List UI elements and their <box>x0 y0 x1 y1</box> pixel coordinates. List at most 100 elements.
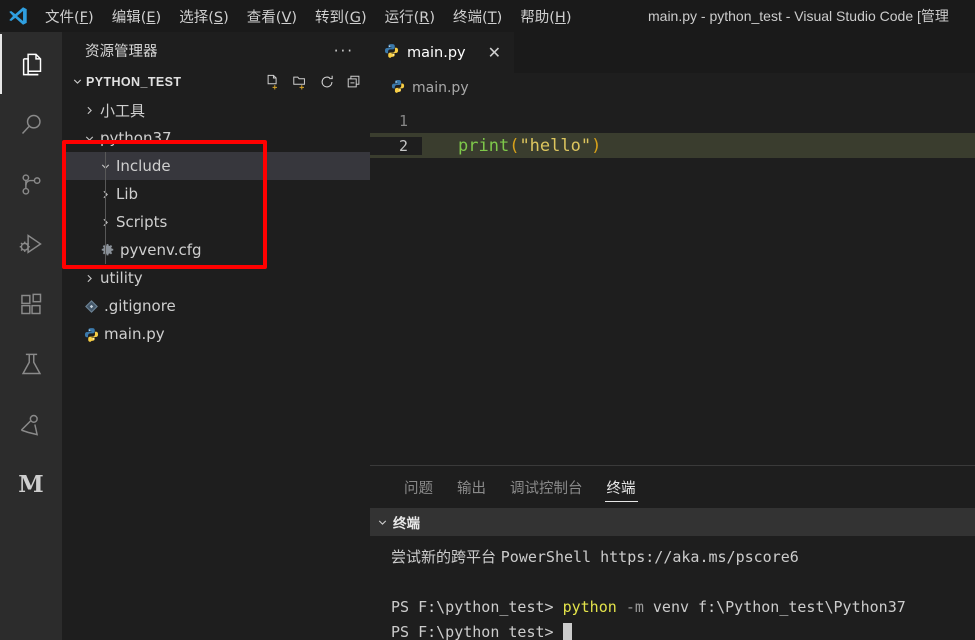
tree-item-label: Include <box>116 157 171 175</box>
tree-item-label: pyvenv.cfg <box>120 241 202 259</box>
activity-item-live-share[interactable] <box>0 394 62 454</box>
menu-selection[interactable]: 选择(S) <box>170 3 238 30</box>
chevron-right-icon[interactable] <box>81 104 97 117</box>
collapse-all-icon[interactable] <box>346 74 362 90</box>
activity-item-testing[interactable] <box>0 334 62 394</box>
menu-go[interactable]: 转到(G) <box>306 3 376 30</box>
editor-tab-main-py[interactable]: main.py ✕ <box>370 32 515 73</box>
file-tree[interactable]: 小工具 python37 Include Lib Scripts pyvenv.… <box>62 94 370 640</box>
panel-tab-label: 问题 <box>404 480 433 497</box>
panel-tab-debug-console[interactable]: 调试控制台 <box>498 466 595 508</box>
explorer-sidebar: 资源管理器 ··· PYTHON_TEST 小工具 python37 Inclu… <box>62 32 370 640</box>
breadcrumb[interactable]: main.py <box>370 73 975 103</box>
more-actions-icon[interactable]: ··· <box>334 43 354 58</box>
terminal-flag: -m <box>625 598 644 616</box>
python-file-icon <box>384 43 399 62</box>
menu-edit-label: 编辑 <box>111 9 141 26</box>
tree-item-lib[interactable]: Lib <box>62 180 370 208</box>
token-paren-open: ( <box>509 135 520 156</box>
editor-tab-label: main.py <box>407 44 466 61</box>
chevron-down-icon[interactable] <box>68 75 86 88</box>
panel-tab-bar[interactable]: 问题 输出 调试控制台 终端 <box>370 466 975 508</box>
breadcrumb-label[interactable]: main.py <box>412 80 469 96</box>
terminal-output[interactable]: 尝试新的跨平台 PowerShell https://aka.ms/pscore… <box>370 536 975 640</box>
terminal-line-active[interactable]: PS F:\python_test> <box>391 620 975 640</box>
activity-item-markdown[interactable]: M <box>0 454 62 514</box>
menu-view[interactable]: 查看(V) <box>238 3 306 30</box>
menu-selection-acc: S <box>213 9 224 26</box>
activity-item-search[interactable] <box>0 94 62 154</box>
menu-go-label: 转到 <box>315 9 345 26</box>
chevron-down-icon[interactable] <box>376 516 389 529</box>
letter-m-icon: M <box>18 470 44 498</box>
editor-tab-bar[interactable]: main.py ✕ <box>370 32 975 73</box>
menu-edit[interactable]: 编辑(E) <box>103 3 171 30</box>
code-line-1[interactable]: 1 <box>370 108 975 133</box>
menu-terminal-acc: T <box>487 9 497 26</box>
terminal-section-header[interactable]: 终端 <box>370 508 975 536</box>
panel-tab-output[interactable]: 输出 <box>445 466 498 508</box>
tree-item-scripts[interactable]: Scripts <box>62 208 370 236</box>
panel-tab-terminal[interactable]: 终端 <box>595 466 648 508</box>
terminal-line: PS F:\python_test> python -m venv f:\Pyt… <box>391 595 975 620</box>
menu-help-acc: H <box>554 9 566 26</box>
menu-file[interactable]: 文件(F) <box>36 3 103 30</box>
activity-item-run-and-debug[interactable] <box>0 214 62 274</box>
source-control-icon <box>18 171 45 198</box>
menu-go-acc: G <box>349 9 361 26</box>
terminal-prompt: PS F:\python_test> <box>391 623 563 640</box>
vscode-window: 文件(F) 编辑(E) 选择(S) 查看(V) 转到(G) 运行(R) 终端(T… <box>0 0 975 640</box>
gear-file-icon <box>97 243 117 258</box>
terminal-prompt: PS F:\python_test> <box>391 598 563 616</box>
new-file-icon[interactable] <box>265 74 281 90</box>
tree-item-label: .gitignore <box>104 297 176 315</box>
tree-item-pyvenv-cfg[interactable]: pyvenv.cfg <box>62 236 370 264</box>
extensions-icon <box>18 291 45 318</box>
terminal-text-cjk: 尝试新的跨平台 <box>391 548 501 566</box>
terminal-command: python <box>562 598 617 616</box>
tree-item-main-py[interactable]: main.py <box>62 320 370 348</box>
python-file-icon <box>81 327 101 342</box>
tree-item-utility[interactable]: utility <box>62 264 370 292</box>
line-content[interactable]: print("hello") <box>422 136 601 156</box>
menu-run[interactable]: 运行(R) <box>376 3 444 30</box>
token-function: print <box>458 135 510 156</box>
terminal-space <box>617 598 626 616</box>
terminal-args: venv f:\Python_test\Python37 <box>643 598 906 616</box>
refresh-icon[interactable] <box>319 74 335 90</box>
tree-item-gitignore[interactable]: .gitignore <box>62 292 370 320</box>
title-bar: 文件(F) 编辑(E) 选择(S) 查看(V) 转到(G) 运行(R) 终端(T… <box>0 0 975 32</box>
close-icon[interactable]: ✕ <box>488 44 501 61</box>
menu-file-label: 文件 <box>45 9 74 26</box>
terminal-line: 尝试新的跨平台 PowerShell https://aka.ms/pscore… <box>391 545 975 570</box>
menu-help[interactable]: 帮助(H) <box>511 3 580 30</box>
code-editor[interactable]: 1 2 print("hello") <box>370 103 975 465</box>
indent-guide <box>105 180 106 208</box>
activity-bar: M <box>0 32 62 640</box>
flask-icon <box>18 351 45 378</box>
menu-bar[interactable]: 文件(F) 编辑(E) 选择(S) 查看(V) 转到(G) 运行(R) 终端(T… <box>36 3 581 30</box>
panel-tab-problems[interactable]: 问题 <box>392 466 445 508</box>
menu-terminal-label: 终端 <box>453 9 483 26</box>
indent-guide <box>105 152 106 180</box>
tree-item-label: 小工具 <box>100 101 146 120</box>
line-number: 1 <box>398 111 408 130</box>
tree-item-python37[interactable]: python37 <box>62 124 370 152</box>
menu-terminal[interactable]: 终端(T) <box>444 3 511 30</box>
code-line-2[interactable]: 2 print("hello") <box>370 133 975 158</box>
tree-item-include[interactable]: Include <box>62 152 370 180</box>
panel-tab-label: 调试控制台 <box>510 480 583 497</box>
activity-item-extensions[interactable] <box>0 274 62 334</box>
explorer-section-header[interactable]: PYTHON_TEST <box>62 69 370 94</box>
activity-item-explorer[interactable] <box>0 34 62 94</box>
explorer-section-title: PYTHON_TEST <box>86 74 182 89</box>
tree-item-xiaogongju[interactable]: 小工具 <box>62 96 370 124</box>
activity-item-source-control[interactable] <box>0 154 62 214</box>
chevron-right-icon[interactable] <box>81 272 97 285</box>
new-folder-icon[interactable] <box>292 74 308 90</box>
python-file-icon <box>391 79 405 97</box>
chevron-down-icon[interactable] <box>81 132 97 145</box>
git-file-icon <box>81 299 101 314</box>
workbench-body: M 资源管理器 ··· PYTHON_TEST 小工具 python37 Inc… <box>0 32 975 640</box>
